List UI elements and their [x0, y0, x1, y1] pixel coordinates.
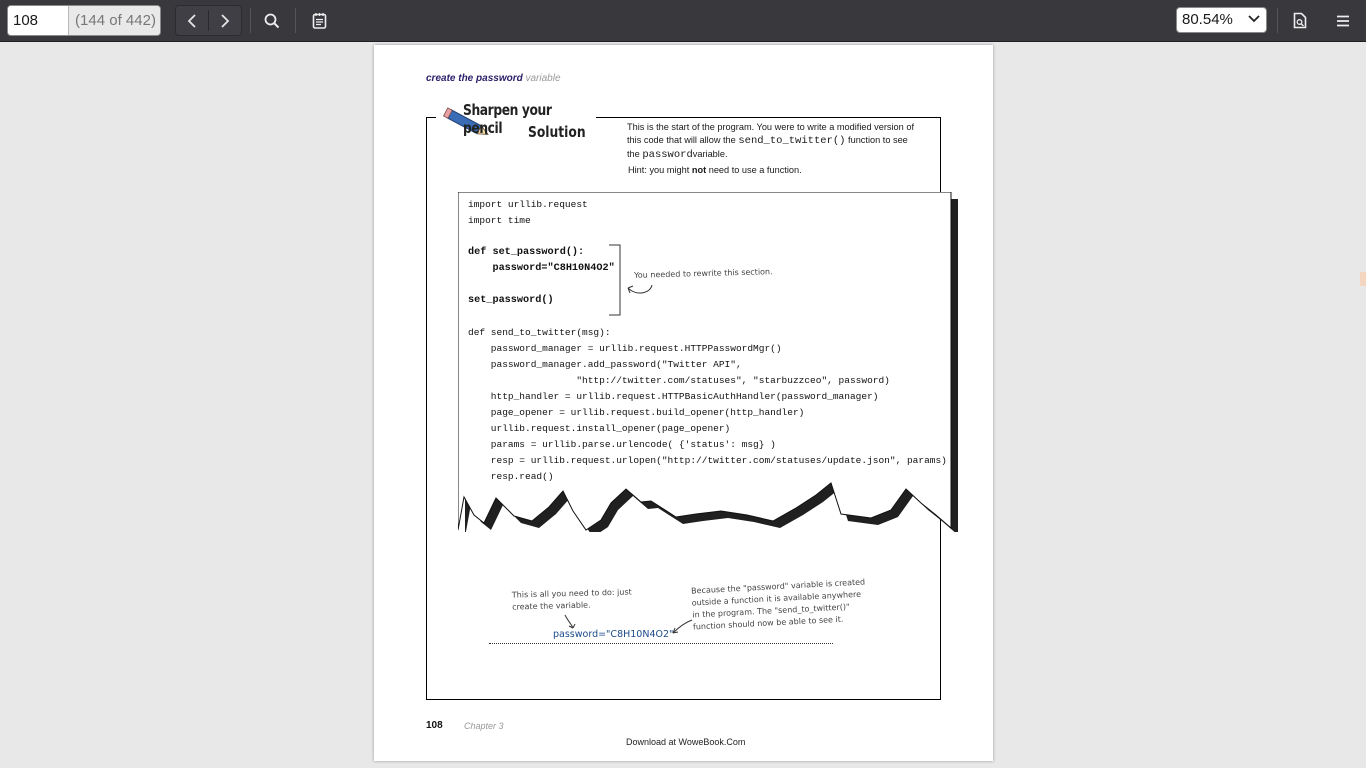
- note-right: Because the "password" variable is creat…: [690, 577, 866, 632]
- page-number-box: (144 of 442): [7, 5, 161, 36]
- previous-page-button[interactable]: [176, 6, 208, 35]
- hint-text: Hint: you might not need to use a functi…: [628, 165, 802, 175]
- page-count-label: (144 of 442): [68, 6, 160, 35]
- scroll-position-marker[interactable]: [1360, 272, 1366, 286]
- code-listing: import urllib.request import time def set_…: [468, 199, 947, 482]
- page-header: create the password variable: [426, 73, 561, 84]
- page-nav-group: [175, 5, 242, 36]
- footer-download: Download at WoweBook.Com: [626, 737, 746, 747]
- zoom-value: 80.54%: [1182, 11, 1233, 28]
- search-icon: [264, 13, 279, 28]
- search-button[interactable]: [256, 5, 287, 36]
- intro-text: This is the start of the program. You we…: [627, 122, 914, 161]
- footer-chapter: Chapter 3: [464, 721, 504, 731]
- zoom-select[interactable]: 80.54%: [1176, 7, 1267, 33]
- hamburger-menu-icon: [1336, 15, 1349, 26]
- annotations-button[interactable]: [304, 5, 335, 36]
- answer-code: password="C8H10N4O2": [553, 629, 674, 640]
- header-subtitle: variable: [525, 73, 561, 84]
- next-page-button[interactable]: [209, 6, 241, 35]
- header-title: create the password: [426, 73, 523, 84]
- notes-icon: [312, 13, 327, 29]
- footer-page-number: 108: [426, 720, 443, 731]
- menu-button[interactable]: [1327, 5, 1358, 36]
- sharpen-pencil-logo: Sharpen your pencil Solution: [436, 101, 596, 151]
- document-page: create the password variable Sharpen you…: [374, 45, 993, 761]
- dotted-line: [489, 643, 833, 644]
- chevron-right-icon: [221, 13, 230, 28]
- chevron-down-icon: [1248, 15, 1260, 23]
- rewrite-bracket: [609, 244, 653, 316]
- document-properties-button[interactable]: [1284, 5, 1315, 36]
- note-left: This is all you need to do: just create …: [511, 587, 632, 612]
- chevron-left-icon: [187, 13, 196, 28]
- logo-line-2: Solution: [528, 123, 586, 141]
- page-number-input[interactable]: [8, 6, 68, 35]
- viewer-toolbar: (144 of 442) 80.54%: [0, 0, 1366, 42]
- document-icon: [1293, 12, 1306, 29]
